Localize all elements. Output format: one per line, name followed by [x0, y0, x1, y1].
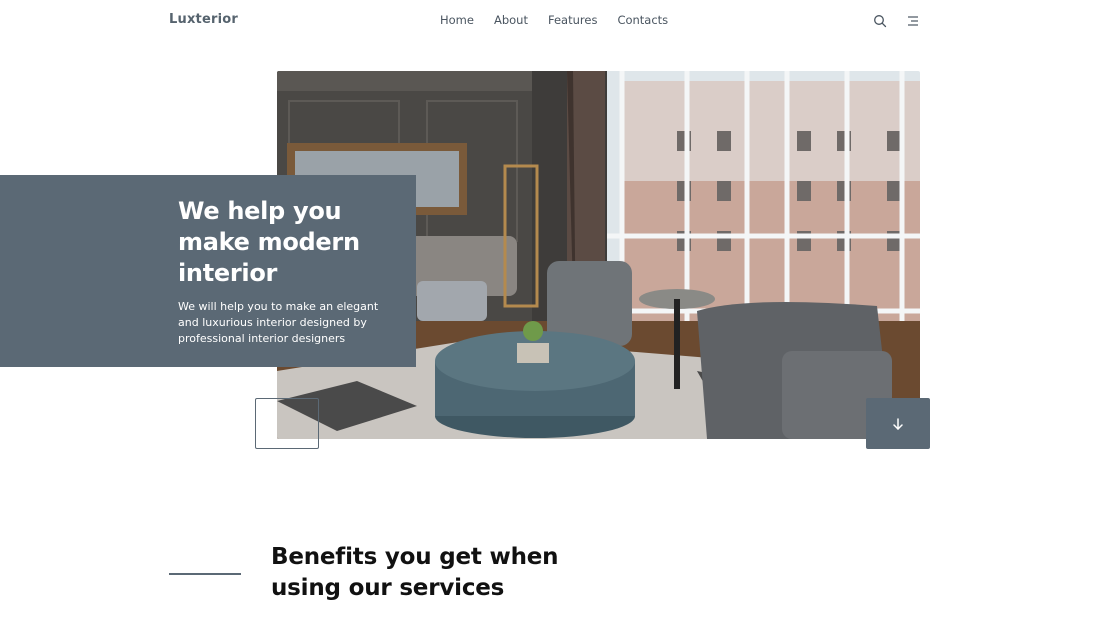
nav-contacts[interactable]: Contacts: [617, 13, 668, 27]
main-nav: Home About Features Contacts: [440, 13, 688, 27]
nav-home[interactable]: Home: [440, 13, 474, 27]
hero-subtitle: We will help you to make an elegant and …: [178, 300, 379, 345]
nav-about[interactable]: About: [494, 13, 528, 27]
scroll-down-button[interactable]: [866, 398, 930, 449]
logo[interactable]: Luxterior: [169, 12, 238, 27]
menu-icon[interactable]: [906, 13, 920, 27]
hero-title: We help you make modern interior: [178, 197, 360, 287]
arrow-down-icon: [893, 417, 903, 430]
section-divider: [169, 573, 241, 575]
search-icon[interactable]: [873, 13, 887, 28]
nav-features[interactable]: Features: [548, 13, 597, 27]
slider-frame[interactable]: [255, 398, 319, 449]
benefits-title: Benefits you get when using our services: [271, 544, 559, 601]
